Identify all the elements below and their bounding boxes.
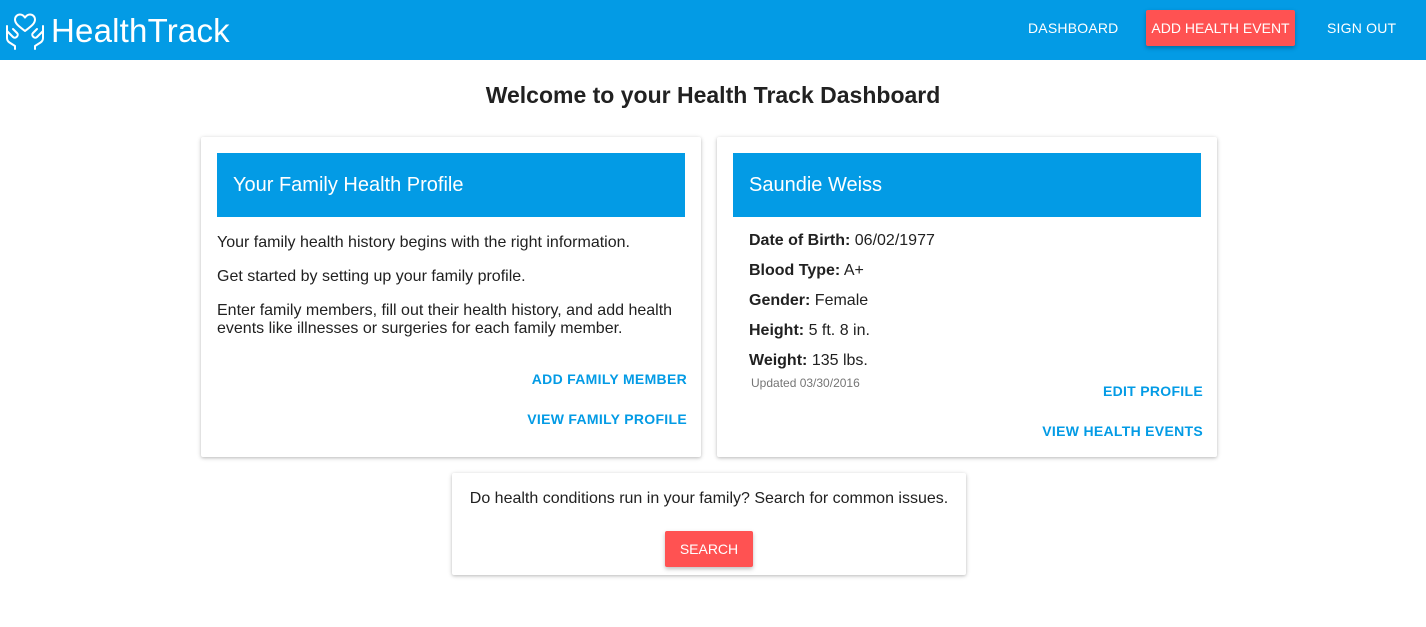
family-instructions-text: Enter family members, fill out their hea… [217, 302, 673, 337]
brand-name: HealthTrack [51, 11, 230, 49]
family-getstarted-text: Get started by setting up your family pr… [217, 268, 526, 285]
personal-profile-card: Saundie Weiss Date of Birth: 06/02/1977 … [717, 137, 1217, 457]
profile-updated-timestamp: Updated 03/30/2016 [751, 376, 860, 390]
weight-row: Weight: 135 lbs. [749, 352, 868, 370]
add-health-event-button[interactable]: ADD HEALTH EVENT [1146, 10, 1295, 46]
family-profile-card: Your Family Health Profile Your family h… [201, 137, 701, 457]
sign-out-link[interactable]: SIGN OUT [1327, 0, 1396, 60]
nav-dashboard-link[interactable]: DASHBOARD [1028, 0, 1118, 60]
date-of-birth-value: 06/02/1977 [854, 232, 935, 249]
blood-type-row: Blood Type: A+ [749, 262, 864, 280]
height-row: Height: 5 ft. 8 in. [749, 322, 870, 340]
height-value: 5 ft. 8 in. [808, 322, 870, 339]
blood-type-label: Blood Type: [749, 262, 841, 279]
date-of-birth-label: Date of Birth: [749, 232, 851, 249]
page-title: Welcome to your Health Track Dashboard [485, 82, 941, 108]
date-of-birth-row: Date of Birth: 06/02/1977 [749, 232, 935, 250]
view-health-events-link[interactable]: VIEW HEALTH EVENTS [1042, 423, 1203, 439]
family-intro-text: Your family health history begins with t… [217, 234, 630, 251]
add-family-member-link[interactable]: ADD FAMILY MEMBER [532, 371, 687, 387]
gender-label: Gender: [749, 292, 811, 309]
view-family-profile-link[interactable]: VIEW FAMILY PROFILE [527, 411, 687, 427]
profile-name-header: Saundie Weiss [733, 153, 1201, 217]
gender-row: Gender: Female [749, 292, 868, 310]
search-button[interactable]: SEARCH [665, 531, 753, 567]
family-profile-header: Your Family Health Profile [217, 153, 685, 217]
height-label: Height: [749, 322, 805, 339]
top-navbar: HealthTrack DASHBOARD ADD HEALTH EVENT S… [0, 0, 1426, 60]
blood-type-value: A+ [843, 262, 864, 279]
edit-profile-link[interactable]: EDIT PROFILE [1103, 383, 1203, 399]
brand-logo[interactable]: HealthTrack [4, 4, 230, 56]
weight-value: 135 lbs. [811, 352, 868, 369]
gender-value: Female [814, 292, 869, 309]
weight-label: Weight: [749, 352, 808, 369]
condition-search-prompt: Do health conditions run in your family?… [469, 490, 949, 507]
condition-search-card: Do health conditions run in your family?… [452, 473, 966, 575]
heart-hands-icon [6, 13, 44, 50]
